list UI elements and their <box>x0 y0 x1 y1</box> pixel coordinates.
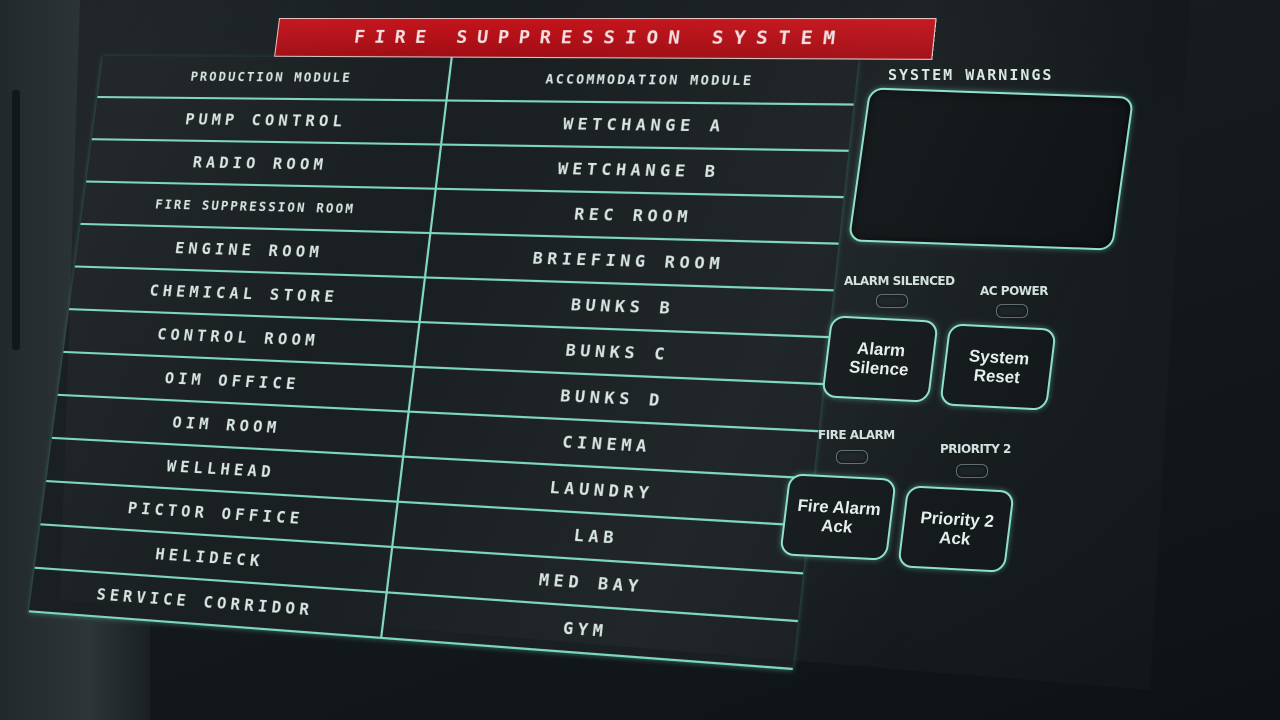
alarm-silenced-led <box>876 294 908 308</box>
panel-title: FIRE SUPPRESSION SYSTEM <box>274 18 937 60</box>
ac-power-label: AC POWER <box>980 284 1048 298</box>
alarm-silence-button[interactable]: Alarm Silence <box>821 315 938 403</box>
production-module-header: PRODUCTION MODULE <box>97 56 452 102</box>
system-warnings-title: SYSTEM WARNINGS <box>888 66 1053 84</box>
fire-alarm-led <box>836 450 868 464</box>
alarm-silenced-label: ALARM SILENCED <box>844 274 955 288</box>
priority-2-ack-button[interactable]: Priority 2 Ack <box>897 485 1014 573</box>
zone-pump-control[interactable]: PUMP CONTROL <box>92 98 448 146</box>
fire-suppression-panel: FIRE SUPPRESSION SYSTEM PRODUCTION MODUL… <box>21 18 934 720</box>
zone-grid: PRODUCTION MODULE ACCOMMODATION MODULE P… <box>29 56 930 676</box>
priority-2-led <box>956 464 988 478</box>
zone-radio-room[interactable]: RADIO ROOM <box>86 140 442 190</box>
system-reset-button[interactable]: System Reset <box>939 323 1056 411</box>
fire-alarm-label: FIRE ALARM <box>818 428 895 442</box>
display-area: FIRE SUPPRESSION SYSTEM PRODUCTION MODUL… <box>0 0 1280 720</box>
zone-wetchange-a[interactable]: WETCHANGE A <box>442 102 853 152</box>
ac-power-led <box>996 304 1028 318</box>
fire-alarm-ack-button[interactable]: Fire Alarm Ack <box>779 473 896 561</box>
priority-2-label: PRIORITY 2 <box>940 442 1011 456</box>
system-warnings-display <box>848 87 1134 250</box>
accommodation-module-header: ACCOMMODATION MODULE <box>447 58 858 106</box>
